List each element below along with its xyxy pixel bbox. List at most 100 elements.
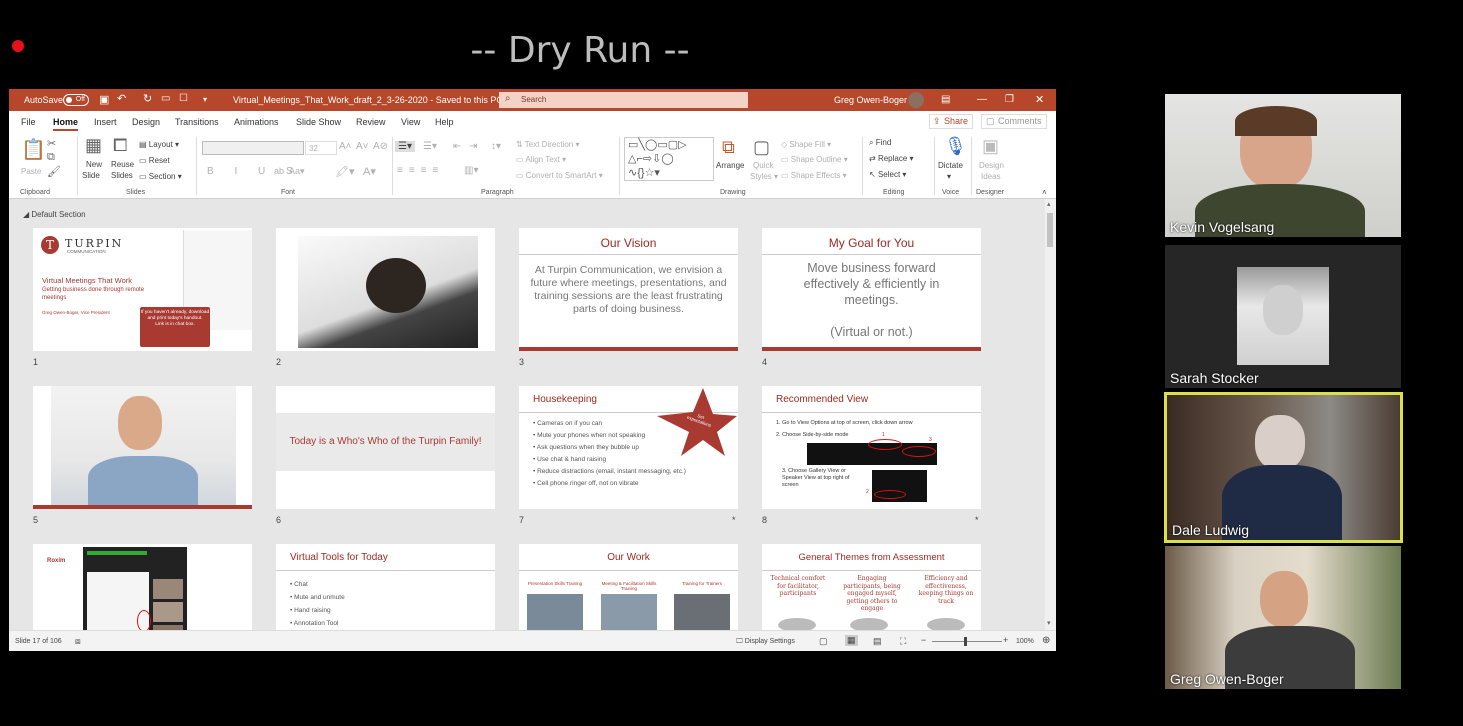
font-size-dropdown[interactable]: 32 xyxy=(305,141,337,155)
new-slide-label-2[interactable]: Slide xyxy=(82,171,100,180)
section-header[interactable]: ◢ Default Section xyxy=(23,210,86,219)
decrease-indent-icon[interactable]: ⇤ xyxy=(453,141,461,152)
shape-outline-button[interactable]: ▭ Shape Outline ▾ xyxy=(781,155,848,164)
bullets-icon[interactable]: ☰▾ xyxy=(395,141,415,152)
new-slide-label[interactable]: New xyxy=(86,160,102,169)
tab-design[interactable]: Design xyxy=(132,117,160,127)
replace-button[interactable]: ⇄ Replace ▾ xyxy=(869,154,914,163)
ribbon-display-icon[interactable]: ▤ xyxy=(941,94,950,105)
reuse-slides-icon[interactable]: ⧠ xyxy=(113,135,127,156)
font-color-icon[interactable]: A▾ xyxy=(363,165,376,178)
shape-effects-button[interactable]: ▭ Shape Effects ▾ xyxy=(781,171,847,180)
align-text-button[interactable]: ▭ Align Text ▾ xyxy=(516,155,566,164)
vertical-scrollbar[interactable]: ▴ ▾ xyxy=(1045,199,1056,630)
tab-animations[interactable]: Animations xyxy=(234,117,279,127)
arrange-icon[interactable]: ⧉ xyxy=(722,137,735,158)
slide-thumbnail-5[interactable] xyxy=(33,386,252,509)
section-button[interactable]: ▭ Section ▾ xyxy=(139,172,182,181)
shape-fill-button[interactable]: ◇ Shape Fill ▾ xyxy=(781,140,831,149)
animation-star-8[interactable]: * xyxy=(975,515,979,525)
document-filename[interactable]: Virtual_Meetings_That_Work_draft_2_3-26-… xyxy=(233,95,503,105)
scroll-down-icon[interactable]: ▾ xyxy=(1047,619,1051,627)
new-slide-icon[interactable]: ▦ xyxy=(85,135,102,156)
tab-view[interactable]: View xyxy=(401,117,420,127)
minimize-icon[interactable]: — xyxy=(977,94,987,105)
zoom-level[interactable]: 100% xyxy=(1016,638,1034,645)
increase-font-icon[interactable]: A˄ xyxy=(339,141,352,152)
reuse-slides-label[interactable]: Reuse xyxy=(111,160,134,169)
display-settings-button[interactable]: 🖵 Display Settings xyxy=(736,638,795,646)
slide-thumbnail-1[interactable]: T TURPIN COMMUNICATION Virtual Meetings … xyxy=(33,228,252,351)
user-name[interactable]: Greg Owen-Boger xyxy=(834,95,907,105)
fit-to-window-icon[interactable]: ⊕ xyxy=(1042,635,1050,646)
columns-icon[interactable]: ▥▾ xyxy=(464,165,478,176)
redo-icon[interactable]: ↻ xyxy=(143,92,152,105)
slideshow-view-icon[interactable]: ⛶ xyxy=(900,636,906,647)
normal-view-icon[interactable]: ▢ xyxy=(819,636,828,647)
cut-icon[interactable]: ✂ xyxy=(47,137,56,150)
change-case-icon[interactable]: Aa▾ xyxy=(289,166,305,177)
dictate-dropdown-icon[interactable]: ▾ xyxy=(947,172,951,181)
tab-help[interactable]: Help xyxy=(435,117,454,127)
select-button[interactable]: ↖ Select ▾ xyxy=(869,170,906,179)
design-ideas-icon[interactable]: ▣ xyxy=(982,136,999,157)
reading-view-icon[interactable]: ▤ xyxy=(873,636,882,647)
quick-styles-label-2[interactable]: Styles ▾ xyxy=(750,172,778,181)
touch-mode-icon[interactable]: ☐ xyxy=(179,93,188,104)
tab-home[interactable]: Home xyxy=(53,117,79,131)
tab-insert[interactable]: Insert xyxy=(94,117,117,127)
video-tile-kevin[interactable]: Kevin Vogelsang xyxy=(1165,94,1401,237)
zoom-slider[interactable] xyxy=(932,641,1002,642)
line-spacing-icon[interactable]: ↕▾ xyxy=(491,141,501,152)
dictate-label[interactable]: Dictate xyxy=(938,161,963,170)
quick-styles-label[interactable]: Quick xyxy=(753,161,773,170)
slide-thumbnail-2[interactable] xyxy=(276,228,495,351)
tab-review[interactable]: Review xyxy=(356,117,386,127)
shapes-gallery[interactable]: ▭╲◯▭▢▷ △⌐⇨⇩◯ ∿{}☆▾ xyxy=(624,137,714,181)
video-tile-dale-active-speaker[interactable]: Dale Ludwig xyxy=(1164,392,1403,543)
scrollbar-thumb[interactable] xyxy=(1047,213,1053,247)
font-name-dropdown[interactable] xyxy=(202,141,304,155)
accessibility-icon[interactable]: ⧈ xyxy=(75,636,81,647)
save-icon[interactable]: ▣ xyxy=(99,93,109,106)
scroll-up-icon[interactable]: ▴ xyxy=(1047,200,1051,208)
slide-thumbnail-4[interactable]: My Goal for You Move business forward ef… xyxy=(762,228,981,351)
autosave-toggle[interactable]: Off xyxy=(63,94,89,106)
slide-thumbnail-7[interactable]: Housekeeping Set expectations • Cameras … xyxy=(519,386,738,509)
video-tile-sarah[interactable]: Sarah Stocker xyxy=(1165,245,1401,388)
highlight-icon[interactable]: 🖍▾ xyxy=(335,165,355,178)
alignment-icons[interactable]: ≡≡≡≡ xyxy=(397,165,444,176)
undo-icon[interactable]: ↶ xyxy=(117,92,126,105)
customize-qat-icon[interactable]: ▾ xyxy=(203,95,207,104)
increase-indent-icon[interactable]: ⇥ xyxy=(469,141,477,152)
tab-file[interactable]: File xyxy=(21,117,36,127)
quick-styles-icon[interactable]: ▢ xyxy=(753,137,770,158)
design-ideas-label-2[interactable]: Ideas xyxy=(981,172,1001,181)
layout-button[interactable]: ▤ Layout ▾ xyxy=(139,140,179,149)
animation-star-7[interactable]: * xyxy=(732,515,736,525)
paste-label[interactable]: Paste xyxy=(21,167,41,176)
slide-thumbnail-8[interactable]: Recommended View 1. Go to View Options a… xyxy=(762,386,981,509)
reset-button[interactable]: ▭ Reset xyxy=(139,156,170,165)
restore-icon[interactable]: ❐ xyxy=(1005,94,1014,105)
font-style-buttons[interactable]: B I U S xyxy=(207,166,302,177)
zoom-in-icon[interactable]: + xyxy=(1003,635,1008,645)
user-avatar[interactable] xyxy=(908,92,924,108)
slide-sorter-icon[interactable]: ▦ xyxy=(845,635,858,646)
slide-thumbnail-6[interactable]: Today is a Who's Who of the Turpin Famil… xyxy=(276,386,495,509)
arrange-label[interactable]: Arrange xyxy=(716,161,744,170)
slide-thumbnail-3[interactable]: Our Vision At Turpin Communication, we e… xyxy=(519,228,738,351)
text-direction-button[interactable]: ⇅ Text Direction ▾ xyxy=(516,140,580,149)
decrease-font-icon[interactable]: A˅ xyxy=(356,141,369,152)
reuse-slides-label-2[interactable]: Slides xyxy=(111,171,133,180)
tab-transitions[interactable]: Transitions xyxy=(175,117,219,127)
close-icon[interactable]: ✕ xyxy=(1035,93,1044,106)
copy-icon[interactable]: ⧉ xyxy=(47,151,55,164)
character-spacing-icon[interactable]: ab xyxy=(274,166,284,176)
convert-smartart-button[interactable]: ▭ Convert to SmartArt ▾ xyxy=(516,171,603,180)
zoom-slider-knob[interactable] xyxy=(964,637,967,646)
search-input[interactable]: ⌕ Search xyxy=(499,92,748,108)
tab-slide-show[interactable]: Slide Show xyxy=(296,117,341,127)
zoom-out-icon[interactable]: − xyxy=(921,635,926,645)
start-slideshow-icon[interactable]: ▭ xyxy=(161,93,170,104)
